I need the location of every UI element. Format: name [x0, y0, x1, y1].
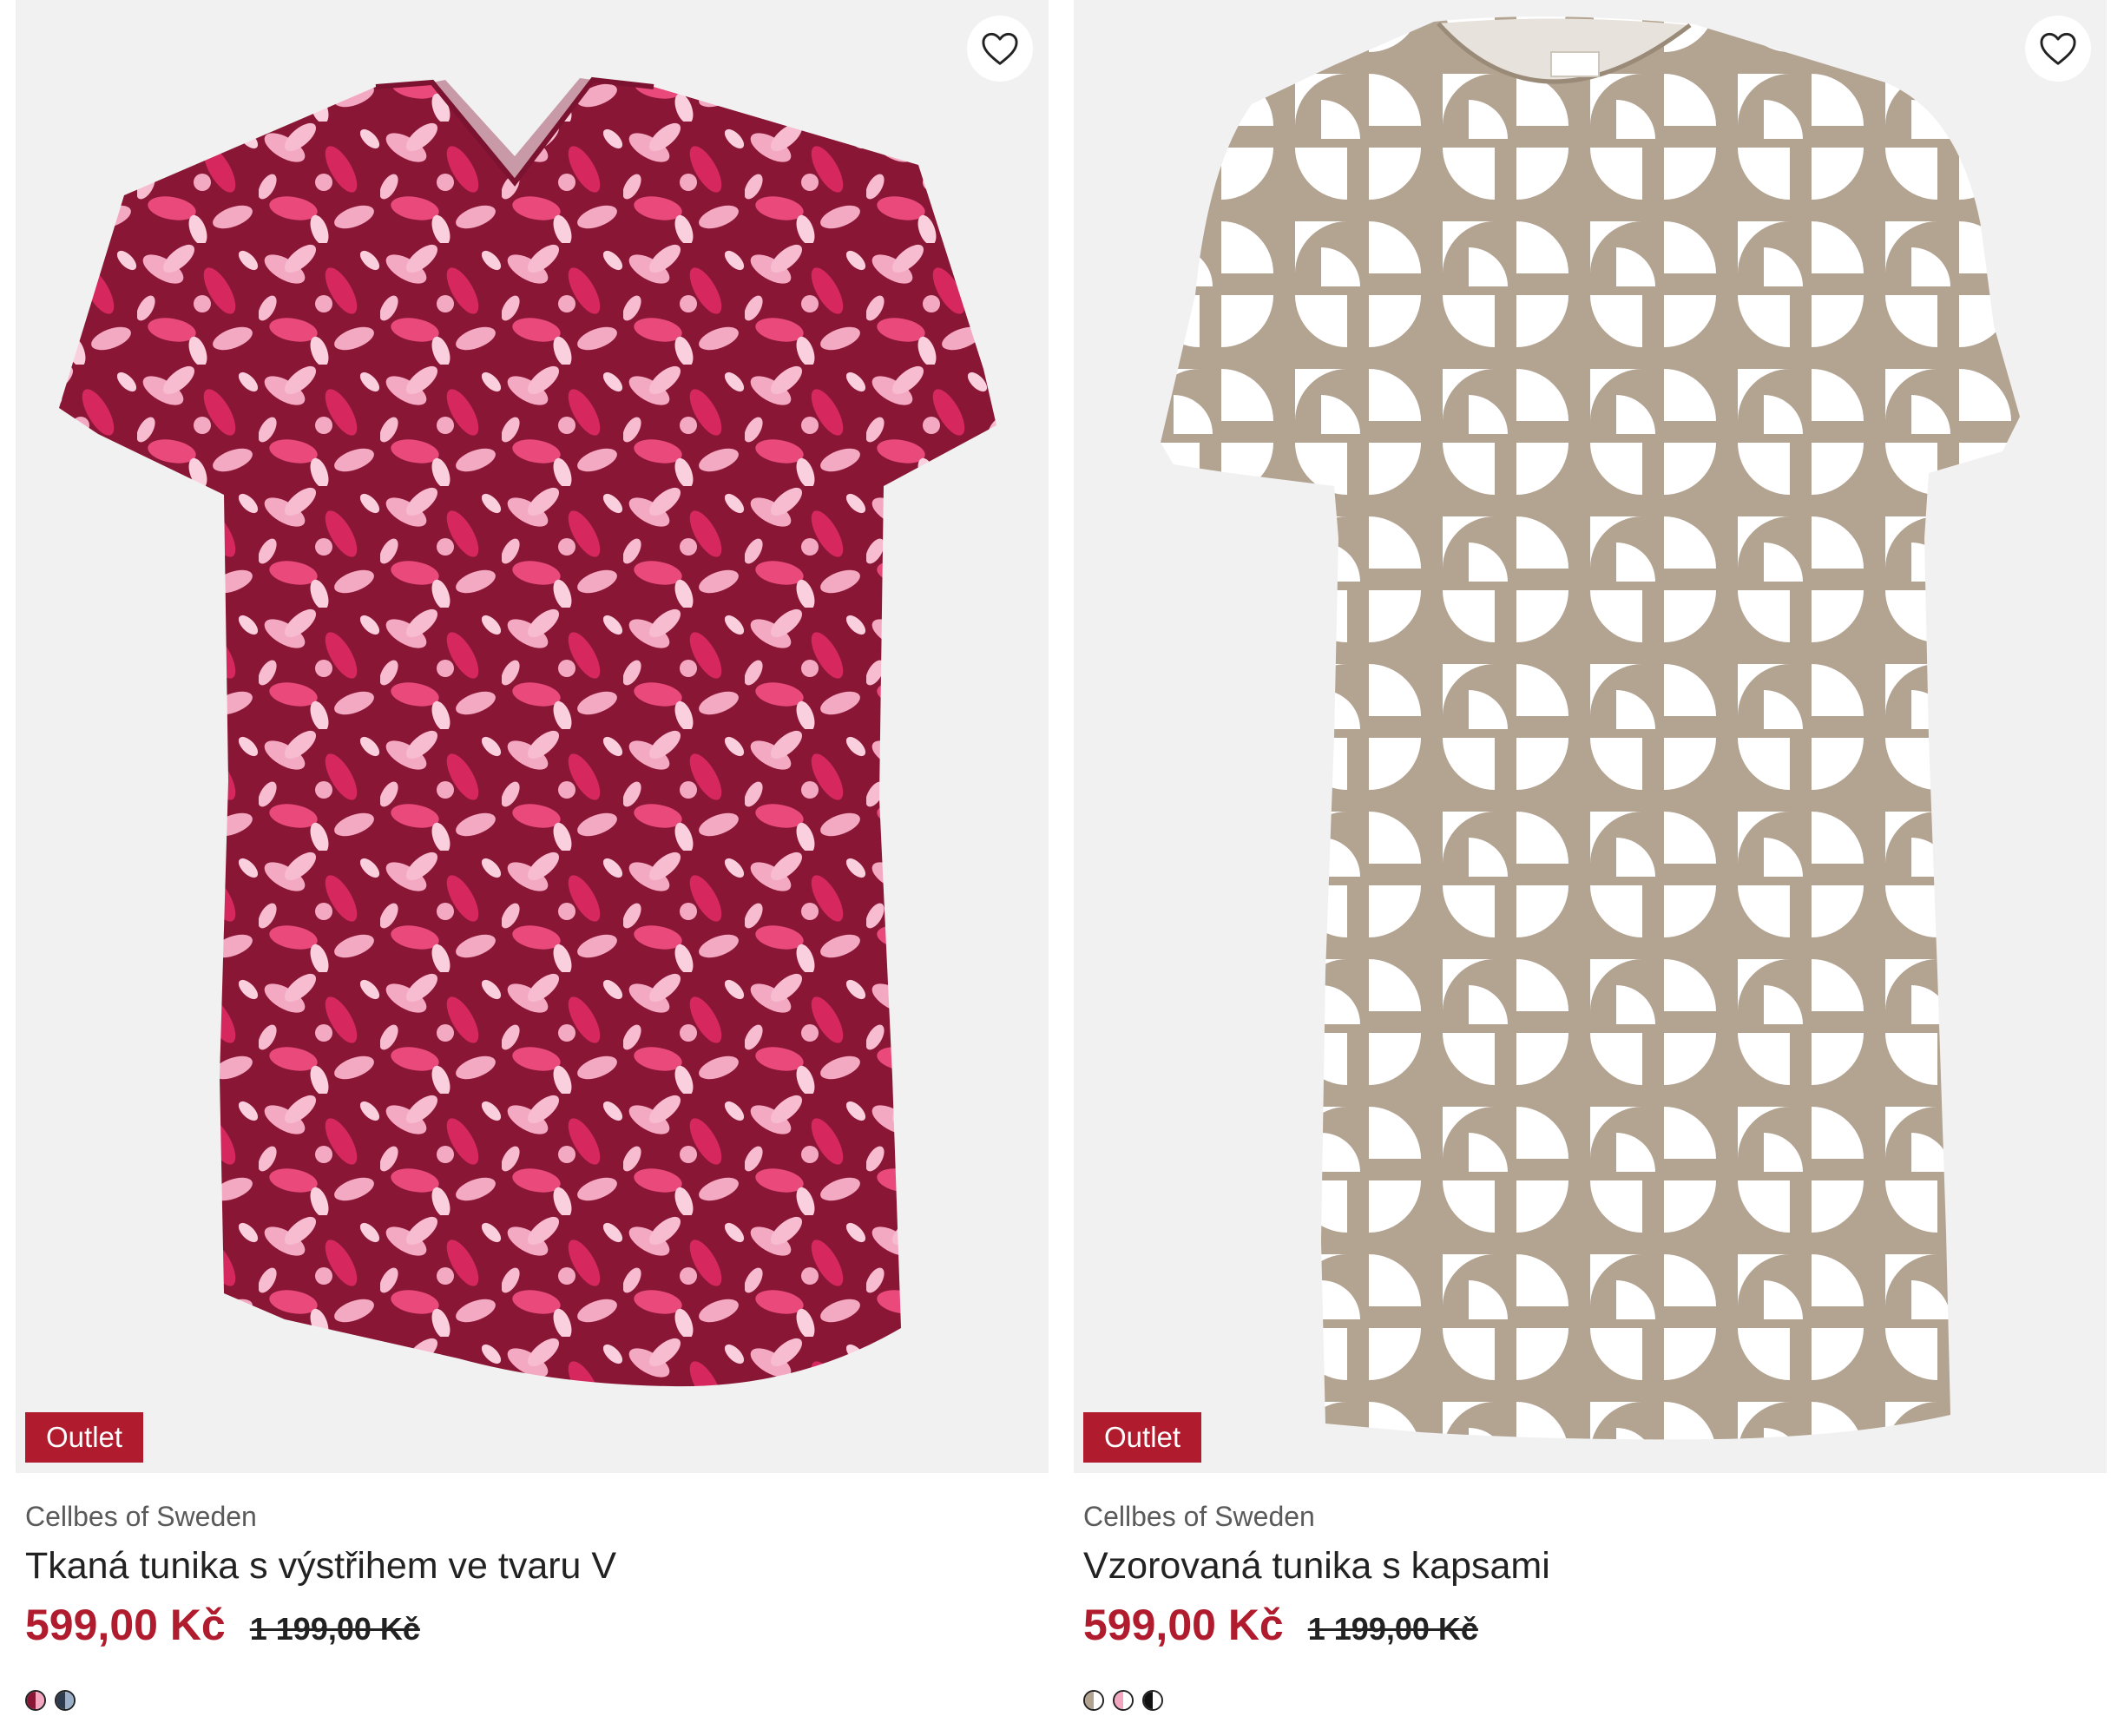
original-price: 1 199,00 Kč: [1307, 1611, 1478, 1647]
original-price: 1 199,00 Kč: [249, 1611, 420, 1647]
sale-price: 599,00 Kč: [25, 1601, 226, 1649]
color-swatch[interactable]: [1083, 1690, 1104, 1711]
color-swatch[interactable]: [1142, 1690, 1163, 1711]
product-name[interactable]: Vzorovaná tunika s kapsami: [1083, 1542, 2107, 1589]
product-card[interactable]: Outlet Cellbes of Sweden Vzorovaná tunik…: [1074, 0, 2107, 1713]
color-swatches: [25, 1690, 1049, 1713]
favorite-button[interactable]: [2025, 16, 2091, 82]
outlet-badge: Outlet: [1083, 1412, 1202, 1463]
color-swatch[interactable]: [1113, 1690, 1134, 1711]
floral-tunic-image: [59, 76, 996, 1387]
patterned-tunic-image: [1161, 16, 2020, 1440]
heart-outline-icon: [2040, 32, 2076, 65]
product-brand: Cellbes of Sweden: [25, 1501, 257, 1532]
product-prices: 599,00 Kč 1 199,00 Kč: [1083, 1600, 2107, 1654]
product-image[interactable]: Outlet: [16, 0, 1049, 1473]
color-swatch[interactable]: [55, 1690, 76, 1711]
heart-outline-icon: [982, 32, 1018, 65]
sale-price: 599,00 Kč: [1083, 1601, 1284, 1649]
product-name[interactable]: Tkaná tunika s výstřihem ve tvaru V: [25, 1542, 1049, 1589]
color-swatch[interactable]: [25, 1690, 46, 1711]
outlet-badge: Outlet: [25, 1412, 144, 1463]
color-swatches: [1083, 1690, 2107, 1713]
product-card[interactable]: Outlet Cellbes of Sweden Tkaná tunika s …: [16, 0, 1049, 1713]
product-prices: 599,00 Kč 1 199,00 Kč: [25, 1600, 1049, 1654]
product-image[interactable]: Outlet: [1074, 0, 2107, 1473]
product-brand: Cellbes of Sweden: [1083, 1501, 1315, 1532]
favorite-button[interactable]: [967, 16, 1033, 82]
